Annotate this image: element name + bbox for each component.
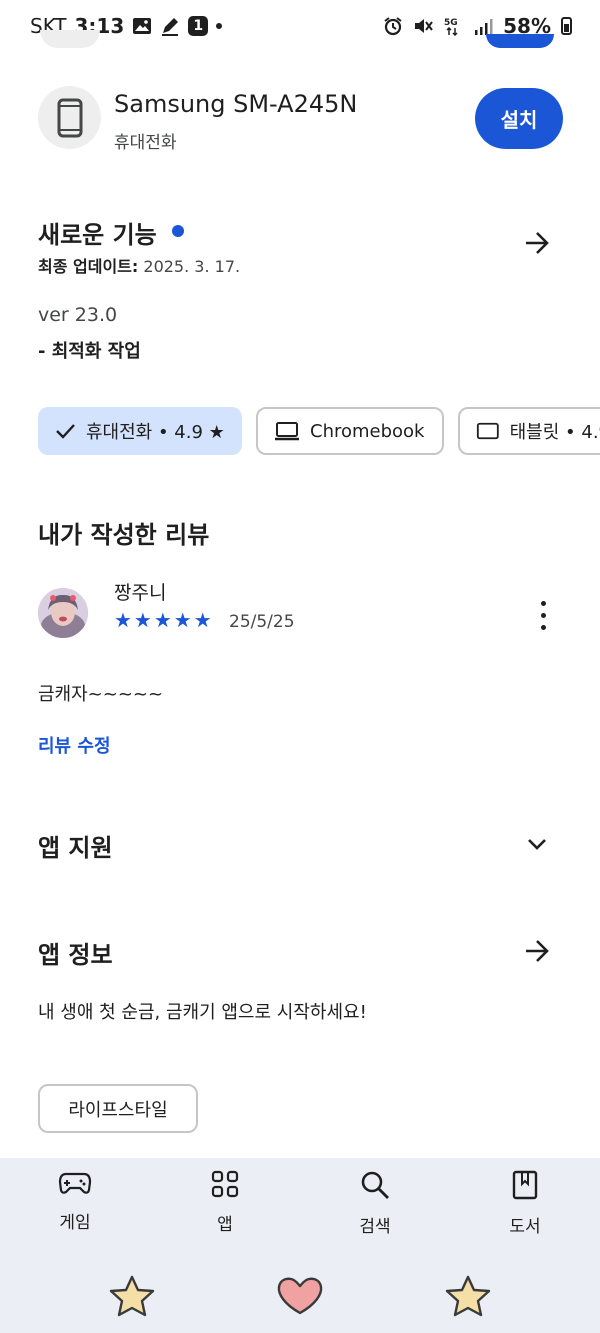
nav-item-games[interactable]: 게임	[25, 1170, 125, 1233]
arrow-right-icon	[526, 232, 549, 254]
last-update: 최종 업데이트: 2025. 3. 17.	[38, 253, 240, 277]
edit-review-link[interactable]: 리뷰 수정	[38, 732, 111, 758]
last-update-value: 2025. 3. 17.	[143, 257, 241, 276]
whats-new-arrow-button[interactable]	[520, 226, 554, 260]
review-more-options-button[interactable]	[530, 597, 556, 633]
avatar-image	[38, 588, 88, 638]
chip-tablet[interactable]: 태블릿 • 4.9	[458, 407, 600, 455]
chip-chromebook-label: Chromebook	[310, 420, 425, 442]
star-sticker-right	[445, 1275, 491, 1317]
review-text: 금캐자~~~~~	[38, 684, 164, 705]
network-5g-icon: 5G	[444, 18, 458, 36]
apps-grid-icon	[211, 1170, 239, 1198]
check-icon	[56, 424, 75, 439]
chip-tablet-label: 태블릿 • 4.9	[509, 422, 600, 443]
whats-new-title: 새로운 기능	[38, 221, 157, 249]
category-tag-button[interactable]: 라이프스타일	[38, 1084, 198, 1133]
install-button[interactable]: 설치	[475, 88, 563, 149]
battery-icon	[561, 17, 572, 35]
device-type: 휴대전화	[114, 133, 177, 153]
chip-phone-label: 휴대전화 • 4.9 ★	[86, 422, 225, 443]
app-info-arrow-button[interactable]	[520, 934, 554, 968]
nav-item-apps[interactable]: 앱	[175, 1170, 275, 1235]
previous-item-remnant	[40, 30, 100, 48]
last-update-label: 최종 업데이트:	[38, 257, 139, 276]
device-name: Samsung SM-A245N	[114, 90, 358, 118]
phone-icon	[57, 98, 82, 137]
app-info-title: 앱 정보	[38, 941, 113, 969]
new-indicator-dot	[172, 225, 184, 237]
nav-search-label: 검색	[359, 1217, 391, 1237]
alarm-icon	[384, 17, 402, 36]
version-note: - 최적화 작업	[38, 341, 141, 362]
more-notifications-dot	[216, 23, 223, 29]
device-avatar	[38, 86, 101, 149]
app-description: 내 생애 첫 순금, 금캐기 앱으로 시작하세요!	[38, 1002, 367, 1023]
heart-sticker	[277, 1277, 323, 1315]
nav-games-label: 게임	[59, 1213, 91, 1233]
gamepad-icon	[58, 1172, 92, 1194]
book-icon	[512, 1170, 538, 1200]
tablet-icon	[476, 422, 499, 440]
arrow-right-icon	[526, 940, 549, 962]
review-date: 25/5/25	[229, 612, 295, 632]
app-support-expand-button[interactable]	[520, 827, 554, 861]
signal-icon	[475, 19, 493, 35]
rating-stars: ★★★★★	[114, 608, 214, 632]
kebab-dot	[540, 612, 546, 618]
avatar	[38, 588, 88, 638]
previous-button-remnant	[486, 34, 554, 48]
star-sticker-left	[109, 1275, 155, 1317]
nav-books-label: 도서	[509, 1217, 541, 1237]
search-icon	[361, 1171, 389, 1199]
nav-item-books[interactable]: 도서	[475, 1170, 575, 1237]
app-support-title[interactable]: 앱 지원	[38, 828, 113, 863]
chip-chromebook[interactable]: Chromebook	[256, 407, 444, 455]
pen-icon	[162, 18, 179, 36]
kebab-dot	[540, 600, 546, 606]
nav-apps-label: 앱	[217, 1215, 233, 1235]
version-text: ver 23.0	[38, 304, 118, 326]
reviewer-name: 짱주니	[114, 582, 167, 604]
laptop-icon	[275, 422, 299, 441]
nav-item-search[interactable]: 검색	[325, 1170, 425, 1237]
gallery-icon	[133, 18, 152, 34]
my-review-title: 내가 작성한 리뷰	[38, 521, 210, 549]
notification-count-badge: 1	[188, 16, 209, 36]
chevron-down-icon	[528, 839, 546, 850]
chip-phone[interactable]: 휴대전화 • 4.9 ★	[38, 407, 242, 455]
kebab-dot	[540, 624, 546, 630]
mute-icon	[415, 19, 433, 33]
svg-text:5G: 5G	[444, 18, 458, 28]
